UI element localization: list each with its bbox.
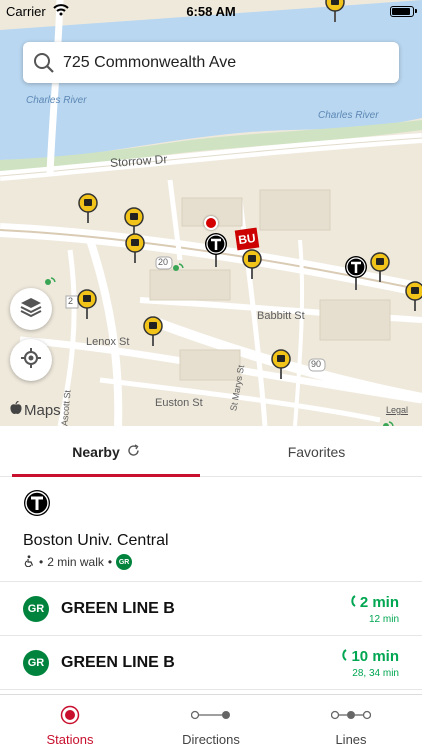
realtime-signal-icon bbox=[172, 258, 186, 277]
realtime-signal-icon bbox=[382, 416, 396, 426]
tab-lines-label: Lines bbox=[335, 732, 367, 747]
tab-nearby[interactable]: Nearby bbox=[12, 426, 200, 477]
route-name: GREEN LINE B bbox=[61, 600, 175, 617]
search-bar[interactable] bbox=[23, 42, 399, 83]
map-label-lenox-st: Lenox St bbox=[86, 336, 130, 348]
tab-nearby-label: Nearby bbox=[72, 443, 120, 460]
battery-icon bbox=[390, 6, 417, 17]
map-label-charles-river-west: Charles River bbox=[26, 95, 87, 106]
tab-lines[interactable]: Lines bbox=[281, 695, 421, 750]
realtime-signal-icon bbox=[44, 272, 58, 291]
next-arrival-time: 2 min bbox=[359, 594, 399, 611]
tab-favorites-label: Favorites bbox=[287, 443, 346, 460]
route-row[interactable]: GR GREEN LINE B 2 min 12 min bbox=[0, 582, 422, 636]
station-meta: • 2 min walk • GR bbox=[23, 554, 133, 570]
bus-stop-pin[interactable] bbox=[242, 249, 262, 279]
bus-stop-pin[interactable] bbox=[271, 349, 291, 379]
map-label-euston-st: Euston St bbox=[155, 397, 203, 409]
bus-stop-pin[interactable] bbox=[405, 281, 422, 311]
subway-station-pin[interactable] bbox=[344, 256, 368, 290]
separator-dot: • bbox=[107, 555, 113, 569]
directions-icon bbox=[141, 705, 281, 725]
map-route-20-shield: 20 bbox=[158, 257, 169, 267]
next-arrival: 10 min bbox=[341, 648, 399, 665]
green-line-badge: GR bbox=[23, 650, 49, 676]
bu-landmark-badge: BU bbox=[234, 227, 260, 251]
following-arrivals: 12 min bbox=[368, 614, 399, 625]
tab-directions[interactable]: Directions bbox=[141, 695, 281, 750]
wheelchair-accessible-icon bbox=[23, 554, 35, 570]
maps-logo-text: Maps bbox=[24, 401, 61, 419]
refresh-icon[interactable] bbox=[127, 443, 140, 460]
map-route-2-shield: 2 bbox=[68, 296, 74, 306]
search-icon bbox=[33, 52, 55, 79]
separator-dot: • bbox=[39, 555, 44, 569]
tab-directions-label: Directions bbox=[182, 732, 240, 747]
panel-tabs: Nearby Favorites bbox=[0, 426, 422, 477]
bus-stop-pin[interactable] bbox=[125, 233, 145, 263]
current-location-dot bbox=[204, 216, 218, 230]
battery-fill bbox=[392, 8, 411, 15]
locate-me-button[interactable] bbox=[10, 339, 52, 381]
status-time: 6:58 AM bbox=[186, 4, 236, 19]
bus-stop-pin[interactable] bbox=[143, 316, 163, 346]
station-name: Boston Univ. Central bbox=[23, 532, 169, 549]
following-arrivals: 28, 34 min bbox=[352, 668, 399, 679]
realtime-signal-icon bbox=[341, 648, 348, 665]
station-header[interactable]: Boston Univ. Central • 2 min walk • GR bbox=[0, 477, 422, 582]
route-name: GREEN LINE B bbox=[61, 654, 175, 671]
stations-icon bbox=[0, 705, 140, 725]
bottom-tab-bar: Stations Directions Lines bbox=[0, 694, 422, 750]
next-arrival-time: 10 min bbox=[351, 648, 399, 665]
locate-icon bbox=[20, 347, 42, 374]
lines-icon bbox=[281, 705, 421, 725]
mbta-t-logo-icon bbox=[23, 489, 51, 522]
next-arrival: 2 min bbox=[350, 594, 399, 611]
bus-stop-pin[interactable] bbox=[77, 289, 97, 319]
nearby-panel: Nearby Favorites Boston Univ. Central • … bbox=[0, 426, 422, 694]
legal-link[interactable]: Legal bbox=[386, 405, 408, 415]
route-row[interactable]: GR GREEN LINE B 10 min 28, 34 min bbox=[0, 636, 422, 690]
tab-favorites[interactable]: Favorites bbox=[211, 426, 422, 477]
apple-maps-logo: Maps bbox=[10, 400, 61, 419]
apple-icon bbox=[10, 400, 22, 419]
map-label-charles-river-east: Charles River bbox=[318, 110, 379, 121]
green-line-badge: GR bbox=[116, 554, 133, 570]
layers-icon bbox=[20, 296, 42, 323]
green-line-badge: GR bbox=[23, 596, 49, 622]
map-label-babbitt-st: Babbitt St bbox=[257, 310, 305, 322]
tab-stations[interactable]: Stations bbox=[0, 695, 140, 750]
map-view[interactable]: Charles River Charles River Storrow Dr B… bbox=[0, 0, 422, 426]
subway-station-pin[interactable] bbox=[204, 233, 228, 267]
tab-stations-label: Stations bbox=[46, 732, 94, 747]
bus-stop-pin[interactable] bbox=[370, 252, 390, 282]
bus-stop-pin[interactable] bbox=[78, 193, 98, 223]
map-layers-button[interactable] bbox=[10, 288, 52, 330]
search-input[interactable] bbox=[63, 42, 393, 83]
status-bar: Carrier 6:58 AM bbox=[0, 0, 422, 22]
realtime-signal-icon bbox=[350, 594, 356, 611]
map-route-90-shield: 90 bbox=[311, 359, 322, 369]
walk-time: 2 min walk bbox=[47, 555, 104, 569]
